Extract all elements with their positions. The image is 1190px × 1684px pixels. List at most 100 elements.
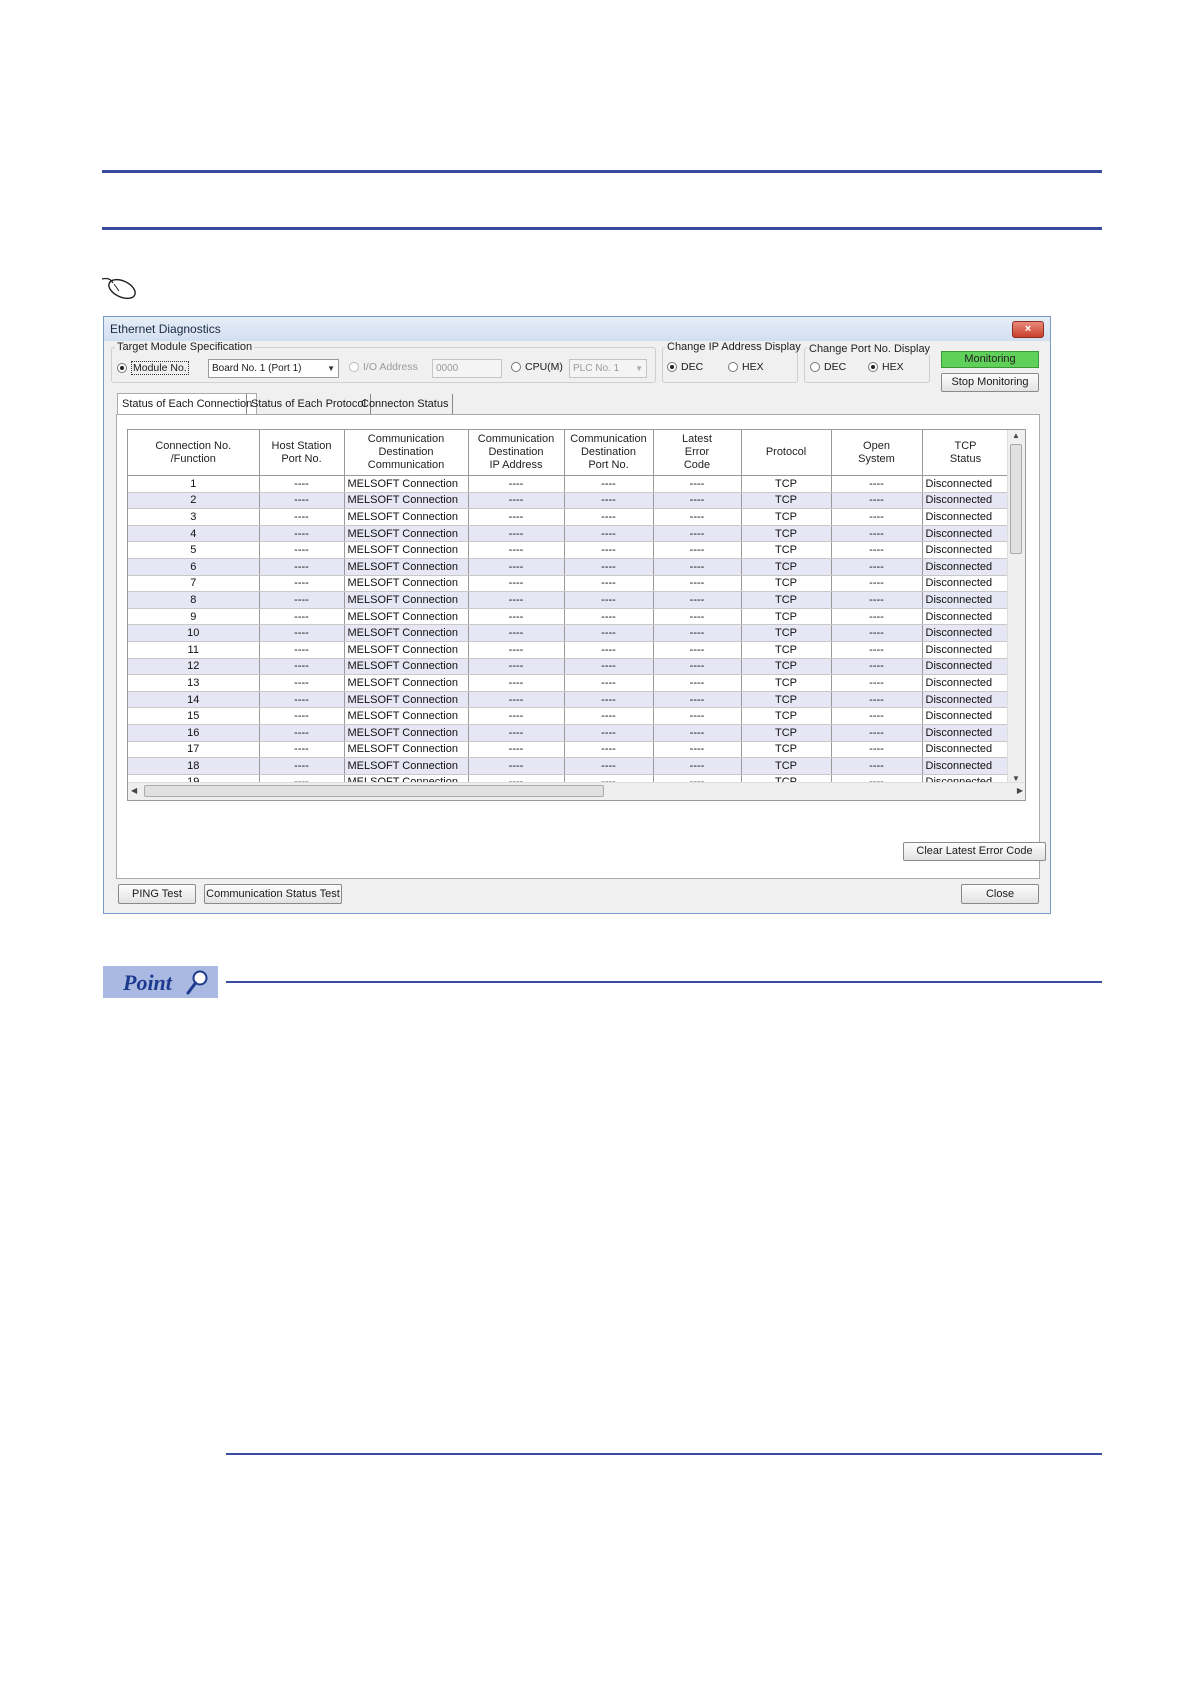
cpu-radio[interactable]: CPU(M) — [511, 361, 563, 373]
table-row[interactable]: 1 ---- MELSOFT Connection ---- ---- ---- TCP --… — [128, 475, 1010, 493]
cell-dest-ip: ---- — [468, 641, 565, 659]
table-row[interactable]: 10 ---- MELSOFT Connection ---- ---- ---- TCP -… — [128, 624, 1010, 642]
cell-host-port: ---- — [259, 691, 345, 709]
ip-hex-radio[interactable]: HEX — [728, 361, 764, 373]
table-row[interactable]: 7 ---- MELSOFT Connection ---- ---- ---- TCP --… — [128, 575, 1010, 593]
table-row[interactable]: 3 ---- MELSOFT Connection ---- ---- ---- TCP --… — [128, 508, 1010, 526]
cell-host-port: ---- — [259, 658, 345, 676]
table-row[interactable]: 8 ---- MELSOFT Connection ---- ---- ---- TCP --… — [128, 591, 1010, 609]
cell-latest-error: ---- — [653, 757, 742, 775]
horizontal-scroll-thumb[interactable] — [144, 785, 604, 797]
table-row[interactable]: 16 ---- MELSOFT Connection ---- ---- ---- TCP -… — [128, 724, 1010, 742]
col-latest-error[interactable]: Latest Error Code — [653, 430, 742, 476]
io-address-input[interactable]: 0000 — [432, 359, 502, 378]
cell-host-port: ---- — [259, 624, 345, 642]
cell-dest-communication: MELSOFT Connection — [344, 624, 469, 642]
stop-monitoring-button[interactable]: Stop Monitoring — [941, 373, 1039, 392]
port-hex-radio[interactable]: HEX — [868, 361, 904, 373]
scroll-up-icon[interactable]: ▲ — [1012, 431, 1020, 440]
cell-open-system: ---- — [831, 691, 923, 709]
scroll-left-icon[interactable]: ◀ — [131, 786, 137, 795]
io-address-radio[interactable]: I/O Address — [349, 361, 418, 373]
table-row[interactable]: 15 ---- MELSOFT Connection ---- ---- ---- TCP -… — [128, 707, 1010, 725]
plc-select[interactable]: PLC No. 1 ▼ — [569, 359, 647, 378]
cell-dest-ip: ---- — [468, 691, 565, 709]
close-icon[interactable]: × — [1012, 321, 1044, 338]
cell-protocol: TCP — [741, 641, 832, 659]
cell-host-port: ---- — [259, 575, 345, 593]
table-row[interactable]: 6 ---- MELSOFT Connection ---- ---- ---- TCP --… — [128, 558, 1010, 576]
cell-connection-no: 7 — [128, 575, 260, 593]
point-badge: Point — [103, 966, 218, 998]
cell-dest-communication: MELSOFT Connection — [344, 508, 469, 526]
cell-protocol: TCP — [741, 691, 832, 709]
cell-tcp-status: Disconnected — [922, 624, 1010, 642]
table-row[interactable]: 5 ---- MELSOFT Connection ---- ---- ---- TCP --… — [128, 541, 1010, 559]
cell-protocol: TCP — [741, 591, 832, 609]
cell-open-system: ---- — [831, 475, 923, 493]
col-open-system[interactable]: Open System — [831, 430, 923, 476]
col-dest-port[interactable]: Communication Destination Port No. — [564, 430, 654, 476]
cell-open-system: ---- — [831, 624, 923, 642]
cell-open-system: ---- — [831, 757, 923, 775]
top-rule-2 — [102, 227, 1102, 230]
cell-dest-communication: MELSOFT Connection — [344, 641, 469, 659]
port-dec-radio[interactable]: DEC — [810, 361, 846, 373]
col-dest-communication[interactable]: Communication Destination Communication — [344, 430, 469, 476]
col-dest-ip[interactable]: Communication Destination IP Address — [468, 430, 565, 476]
title-bar[interactable]: Ethernet Diagnostics × — [104, 317, 1050, 341]
cell-tcp-status: Disconnected — [922, 591, 1010, 609]
cell-latest-error: ---- — [653, 674, 742, 692]
cell-dest-communication: MELSOFT Connection — [344, 492, 469, 510]
cell-dest-communication: MELSOFT Connection — [344, 591, 469, 609]
module-select[interactable]: Board No. 1 (Port 1) ▼ — [208, 359, 339, 378]
cell-protocol: TCP — [741, 492, 832, 510]
cell-dest-port: ---- — [564, 575, 654, 593]
mouse-icon — [101, 277, 136, 300]
table-row[interactable]: 14 ---- MELSOFT Connection ---- ---- ---- TCP -… — [128, 691, 1010, 709]
cell-host-port: ---- — [259, 591, 345, 609]
col-host-port[interactable]: Host Station Port No. — [259, 430, 345, 476]
table-row[interactable]: 2 ---- MELSOFT Connection ---- ---- ---- TCP --… — [128, 492, 1010, 510]
module-no-radio[interactable]: Module No. — [117, 361, 189, 375]
cell-dest-port: ---- — [564, 558, 654, 576]
cell-dest-port: ---- — [564, 541, 654, 559]
scroll-right-icon[interactable]: ▶ — [1017, 786, 1023, 795]
cell-connection-no: 13 — [128, 674, 260, 692]
cell-tcp-status: Disconnected — [922, 608, 1010, 626]
cell-tcp-status: Disconnected — [922, 525, 1010, 543]
tab-status-each-connection[interactable]: Status of Each Connection — [117, 393, 258, 415]
close-button[interactable]: Close — [961, 884, 1039, 904]
table-row[interactable]: 13 ---- MELSOFT Connection ---- ---- ---- TCP -… — [128, 674, 1010, 692]
table-row[interactable]: 18 ---- MELSOFT Connection ---- ---- ---- TCP -… — [128, 757, 1010, 775]
table-row[interactable]: 11 ---- MELSOFT Connection ---- ---- ---- TCP -… — [128, 641, 1010, 659]
communication-status-test-button[interactable]: Communication Status Test — [204, 884, 342, 904]
col-tcp-status[interactable]: TCP Status — [922, 430, 1010, 476]
table-row[interactable]: 4 ---- MELSOFT Connection ---- ---- ---- TCP --… — [128, 525, 1010, 543]
horizontal-scrollbar[interactable]: ◀ ▶ — [128, 782, 1025, 800]
vertical-scrollbar[interactable]: ▲ ▼ — [1007, 430, 1025, 784]
table-row[interactable]: 9 ---- MELSOFT Connection ---- ---- ---- TCP --… — [128, 608, 1010, 626]
tab-connection-status[interactable]: Connecton Status — [357, 394, 454, 414]
cell-latest-error: ---- — [653, 608, 742, 626]
cell-dest-port: ---- — [564, 724, 654, 742]
io-address-label: I/O Address — [363, 361, 418, 373]
table-row[interactable]: 12 ---- MELSOFT Connection ---- ---- ---- TCP -… — [128, 658, 1010, 676]
ip-display-label: Change IP Address Display — [665, 341, 803, 353]
cell-latest-error: ---- — [653, 724, 742, 742]
clear-error-button[interactable]: Clear Latest Error Code — [903, 842, 1046, 861]
ip-dec-radio[interactable]: DEC — [667, 361, 703, 373]
col-protocol[interactable]: Protocol — [741, 430, 832, 476]
cell-dest-ip: ---- — [468, 558, 565, 576]
col-connection-no[interactable]: Connection No. /Function — [128, 430, 260, 476]
table-row[interactable]: 17 ---- MELSOFT Connection ---- ---- ---- TCP -… — [128, 741, 1010, 759]
ping-test-button[interactable]: PING Test — [118, 884, 196, 904]
cell-tcp-status: Disconnected — [922, 475, 1010, 493]
cell-latest-error: ---- — [653, 707, 742, 725]
tab-status-each-protocol[interactable]: Status of Each Protocol — [246, 394, 371, 414]
cell-protocol: TCP — [741, 624, 832, 642]
cell-dest-communication: MELSOFT Connection — [344, 525, 469, 543]
vertical-scroll-thumb[interactable] — [1010, 444, 1022, 554]
cell-host-port: ---- — [259, 492, 345, 510]
cell-dest-port: ---- — [564, 624, 654, 642]
